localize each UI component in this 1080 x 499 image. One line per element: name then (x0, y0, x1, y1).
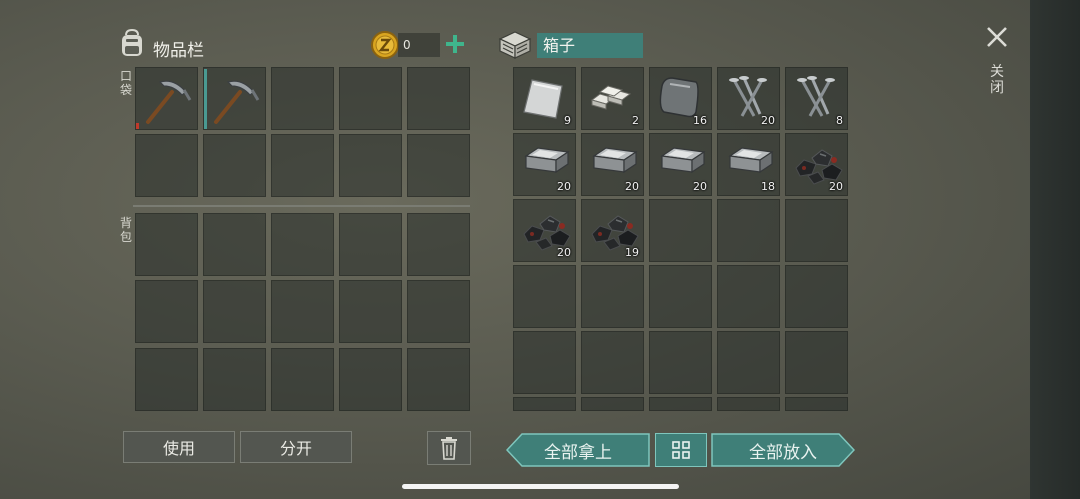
put-all-label: 全部放入 (749, 442, 817, 463)
box-slot[interactable]: 20 (649, 133, 712, 196)
backpack-slot[interactable] (271, 348, 334, 411)
backpack-slot[interactable] (407, 213, 470, 276)
item-quantity: 20 (557, 180, 571, 193)
backpack-slot[interactable] (203, 348, 266, 411)
pocket-slot[interactable] (135, 67, 198, 130)
box-icon (497, 28, 533, 60)
box-slot[interactable]: 20 (513, 199, 576, 262)
close-button[interactable]: 关闭 (984, 24, 1012, 100)
box-slot[interactable]: 16 (649, 67, 712, 130)
box-slot[interactable]: 2 (581, 67, 644, 130)
plus-icon (446, 35, 464, 53)
item-quantity: 20 (693, 180, 707, 193)
box-slot[interactable] (649, 331, 712, 394)
backpack-label: 背包 (119, 216, 132, 244)
pickaxe-icon (138, 70, 196, 132)
coin-count: 0 (398, 33, 440, 57)
backpack-slot[interactable] (203, 280, 266, 343)
box-slot[interactable] (513, 331, 576, 394)
box-slot[interactable] (581, 331, 644, 394)
box-slot[interactable] (513, 265, 576, 328)
box-slot[interactable] (785, 397, 848, 411)
item-quantity: 9 (564, 114, 571, 127)
box-slot[interactable]: 20 (513, 133, 576, 196)
inventory-title: 物品栏 (153, 41, 204, 61)
backpack-icon (116, 27, 148, 59)
right-sidebar (1030, 0, 1080, 499)
backpack-slot[interactable] (135, 213, 198, 276)
close-icon (987, 27, 1007, 47)
box-slot[interactable] (785, 265, 848, 328)
box-title: 箱子 (537, 33, 643, 58)
box-slot[interactable] (717, 397, 780, 411)
item-quantity: 20 (761, 114, 775, 127)
box-slot[interactable]: 20 (785, 133, 848, 196)
backpack-slot[interactable] (135, 280, 198, 343)
pickaxe-icon (206, 70, 264, 132)
backpack-slot[interactable] (339, 348, 402, 411)
box-slot[interactable] (717, 265, 780, 328)
grid-sort-icon (672, 441, 690, 459)
box-slot[interactable] (649, 199, 712, 262)
backpack-slot[interactable] (407, 280, 470, 343)
item-quantity: 16 (693, 114, 707, 127)
pocket-slot[interactable] (271, 134, 334, 197)
box-slot[interactable] (717, 199, 780, 262)
coin-icon (370, 30, 400, 60)
box-slot[interactable]: 9 (513, 67, 576, 130)
box-slot[interactable] (581, 265, 644, 328)
pocket-slot[interactable] (203, 67, 266, 130)
box-slot[interactable]: 20 (581, 133, 644, 196)
durability-bar (136, 123, 139, 129)
item-quantity: 20 (829, 180, 843, 193)
box-slot[interactable]: 19 (581, 199, 644, 262)
box-slot[interactable] (581, 397, 644, 411)
pocket-slot[interactable] (407, 134, 470, 197)
use-button[interactable]: 使用 (123, 431, 235, 463)
backpack-slot[interactable] (271, 280, 334, 343)
item-quantity: 19 (625, 246, 639, 259)
pocket-slot[interactable] (135, 134, 198, 197)
backpack-slot[interactable] (271, 213, 334, 276)
box-slot[interactable]: 18 (717, 133, 780, 196)
metal-sheet-icon (518, 72, 568, 126)
inventory-divider (133, 205, 470, 207)
trash-button[interactable] (427, 431, 471, 465)
box-slot[interactable] (649, 265, 712, 328)
box-slot[interactable]: 8 (785, 67, 848, 130)
box-slot[interactable] (785, 331, 848, 394)
put-all-button[interactable]: 全部放入 (711, 433, 855, 467)
item-quantity: 20 (557, 246, 571, 259)
take-all-button[interactable]: 全部拿上 (506, 433, 650, 467)
pocket-label: 口袋 (119, 69, 132, 97)
item-quantity: 20 (625, 180, 639, 193)
backpack-slot[interactable] (339, 213, 402, 276)
home-indicator[interactable] (402, 484, 679, 489)
box-slot[interactable] (513, 397, 576, 411)
box-slot[interactable] (785, 199, 848, 262)
split-button[interactable]: 分开 (240, 431, 352, 463)
pocket-slot[interactable] (271, 67, 334, 130)
durability-bar (204, 69, 207, 129)
item-quantity: 2 (632, 114, 639, 127)
box-slot[interactable]: 20 (717, 67, 780, 130)
add-coins-button[interactable] (443, 32, 467, 56)
backpack-slot[interactable] (203, 213, 266, 276)
sort-button[interactable] (655, 433, 707, 467)
trash-icon (441, 437, 457, 460)
backpack-slot[interactable] (407, 348, 470, 411)
item-quantity: 18 (761, 180, 775, 193)
backpack-slot[interactable] (339, 280, 402, 343)
pocket-slot[interactable] (407, 67, 470, 130)
pocket-slot[interactable] (339, 134, 402, 197)
box-slot[interactable] (717, 331, 780, 394)
pocket-slot[interactable] (339, 67, 402, 130)
close-label: 关闭 (990, 64, 1004, 96)
box-slot[interactable] (649, 397, 712, 411)
take-all-label: 全部拿上 (544, 442, 612, 463)
backpack-slot[interactable] (135, 348, 198, 411)
item-quantity: 8 (836, 114, 843, 127)
pocket-slot[interactable] (203, 134, 266, 197)
